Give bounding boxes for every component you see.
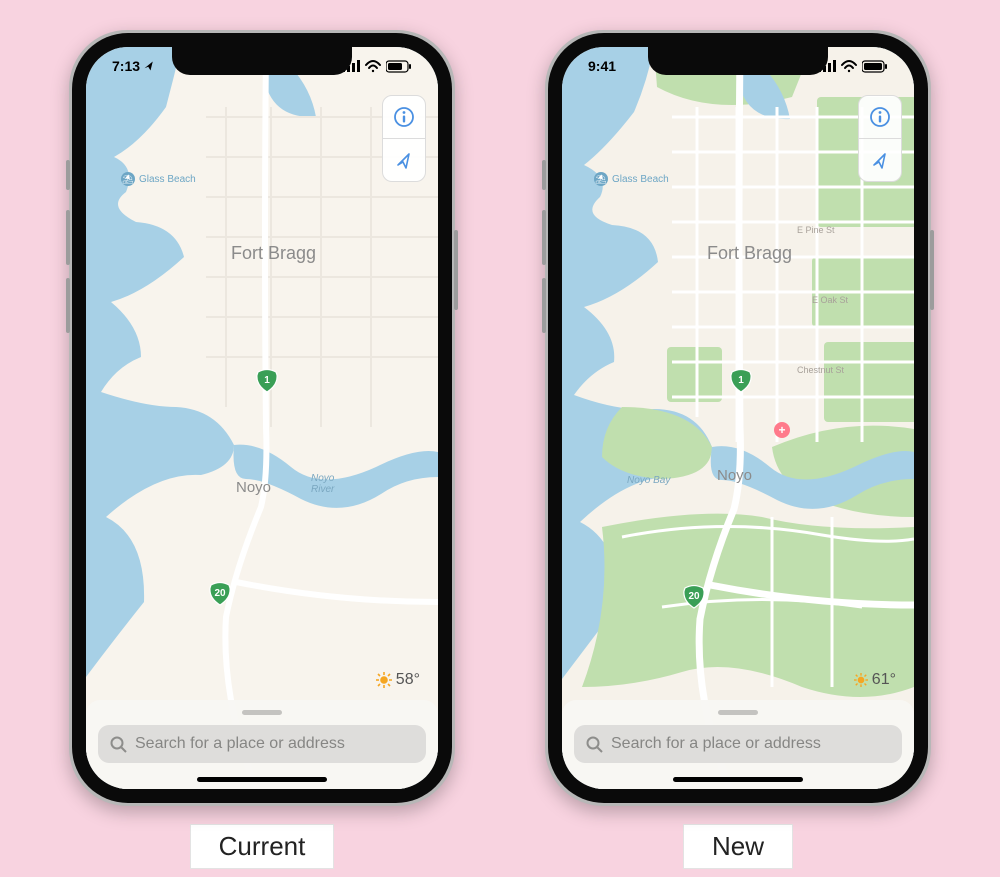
battery-icon	[386, 60, 412, 73]
street-label-pine: E Pine St	[797, 225, 835, 235]
beach-icon: ⛱	[121, 172, 135, 186]
sheet-grabber[interactable]	[242, 710, 282, 715]
phone-current-column: 7:13	[69, 30, 455, 869]
sheet-grabber[interactable]	[718, 710, 758, 715]
search-icon	[586, 736, 603, 753]
phone-frame-current: 7:13	[69, 30, 455, 806]
search-placeholder: Search for a place or address	[135, 735, 345, 753]
status-time: 9:41	[588, 58, 616, 74]
info-button[interactable]	[858, 95, 902, 139]
map-controls	[382, 95, 426, 182]
route-shield-20: 20	[209, 582, 231, 606]
weather-temp: 61°	[872, 671, 896, 689]
wifi-icon	[365, 59, 381, 73]
sun-icon	[376, 672, 392, 688]
info-icon	[869, 106, 891, 128]
route-shield-20: 20	[683, 585, 705, 609]
street-label-oak: E Oak St	[812, 295, 848, 305]
caption-new: New	[683, 824, 793, 869]
poi-hospital[interactable]: +	[774, 422, 790, 438]
home-indicator[interactable]	[197, 777, 327, 782]
notch	[648, 47, 828, 75]
caption-current: Current	[190, 824, 335, 869]
poi-label: Glass Beach	[612, 174, 669, 185]
status-time: 7:13	[112, 58, 140, 74]
poi-label: Glass Beach	[139, 174, 196, 185]
info-icon	[393, 106, 415, 128]
poi-glass-beach[interactable]: ⛱ Glass Beach	[121, 172, 196, 186]
search-sheet[interactable]: Search for a place or address	[86, 700, 438, 789]
battery-icon	[862, 60, 888, 73]
route-shield-1: 1	[730, 369, 752, 393]
phone-frame-new: 9:41	[545, 30, 931, 806]
map-controls	[858, 95, 902, 182]
city-label-fort-bragg: Fort Bragg	[707, 243, 792, 264]
locate-me-button[interactable]	[858, 139, 902, 182]
city-label-noyo: Noyo	[717, 467, 752, 484]
weather-badge[interactable]: 61°	[854, 671, 896, 689]
search-field[interactable]: Search for a place or address	[574, 725, 902, 763]
location-services-icon	[143, 60, 155, 72]
location-arrow-icon	[871, 151, 889, 169]
sun-icon	[854, 673, 868, 687]
info-button[interactable]	[382, 95, 426, 139]
search-placeholder: Search for a place or address	[611, 735, 821, 753]
notch	[172, 47, 352, 75]
street-label-chestnut: Chestnut St	[797, 365, 844, 375]
beach-icon: ⛱	[594, 172, 608, 186]
poi-glass-beach[interactable]: ⛱ Glass Beach	[594, 172, 669, 186]
weather-temp: 58°	[396, 671, 420, 689]
search-icon	[110, 736, 127, 753]
location-arrow-icon	[395, 151, 413, 169]
bay-label-noyo: Noyo Bay	[627, 475, 670, 486]
city-label-fort-bragg: Fort Bragg	[231, 243, 316, 264]
search-field[interactable]: Search for a place or address	[98, 725, 426, 763]
locate-me-button[interactable]	[382, 139, 426, 182]
weather-badge[interactable]: 58°	[376, 671, 420, 689]
route-shield-1: 1	[256, 369, 278, 393]
home-indicator[interactable]	[673, 777, 803, 782]
phone-new-column: 9:41	[545, 30, 931, 869]
river-label-noyo: Noyo River	[311, 473, 334, 495]
wifi-icon	[841, 59, 857, 73]
city-label-noyo: Noyo	[236, 479, 271, 496]
search-sheet[interactable]: Search for a place or address	[562, 700, 914, 789]
